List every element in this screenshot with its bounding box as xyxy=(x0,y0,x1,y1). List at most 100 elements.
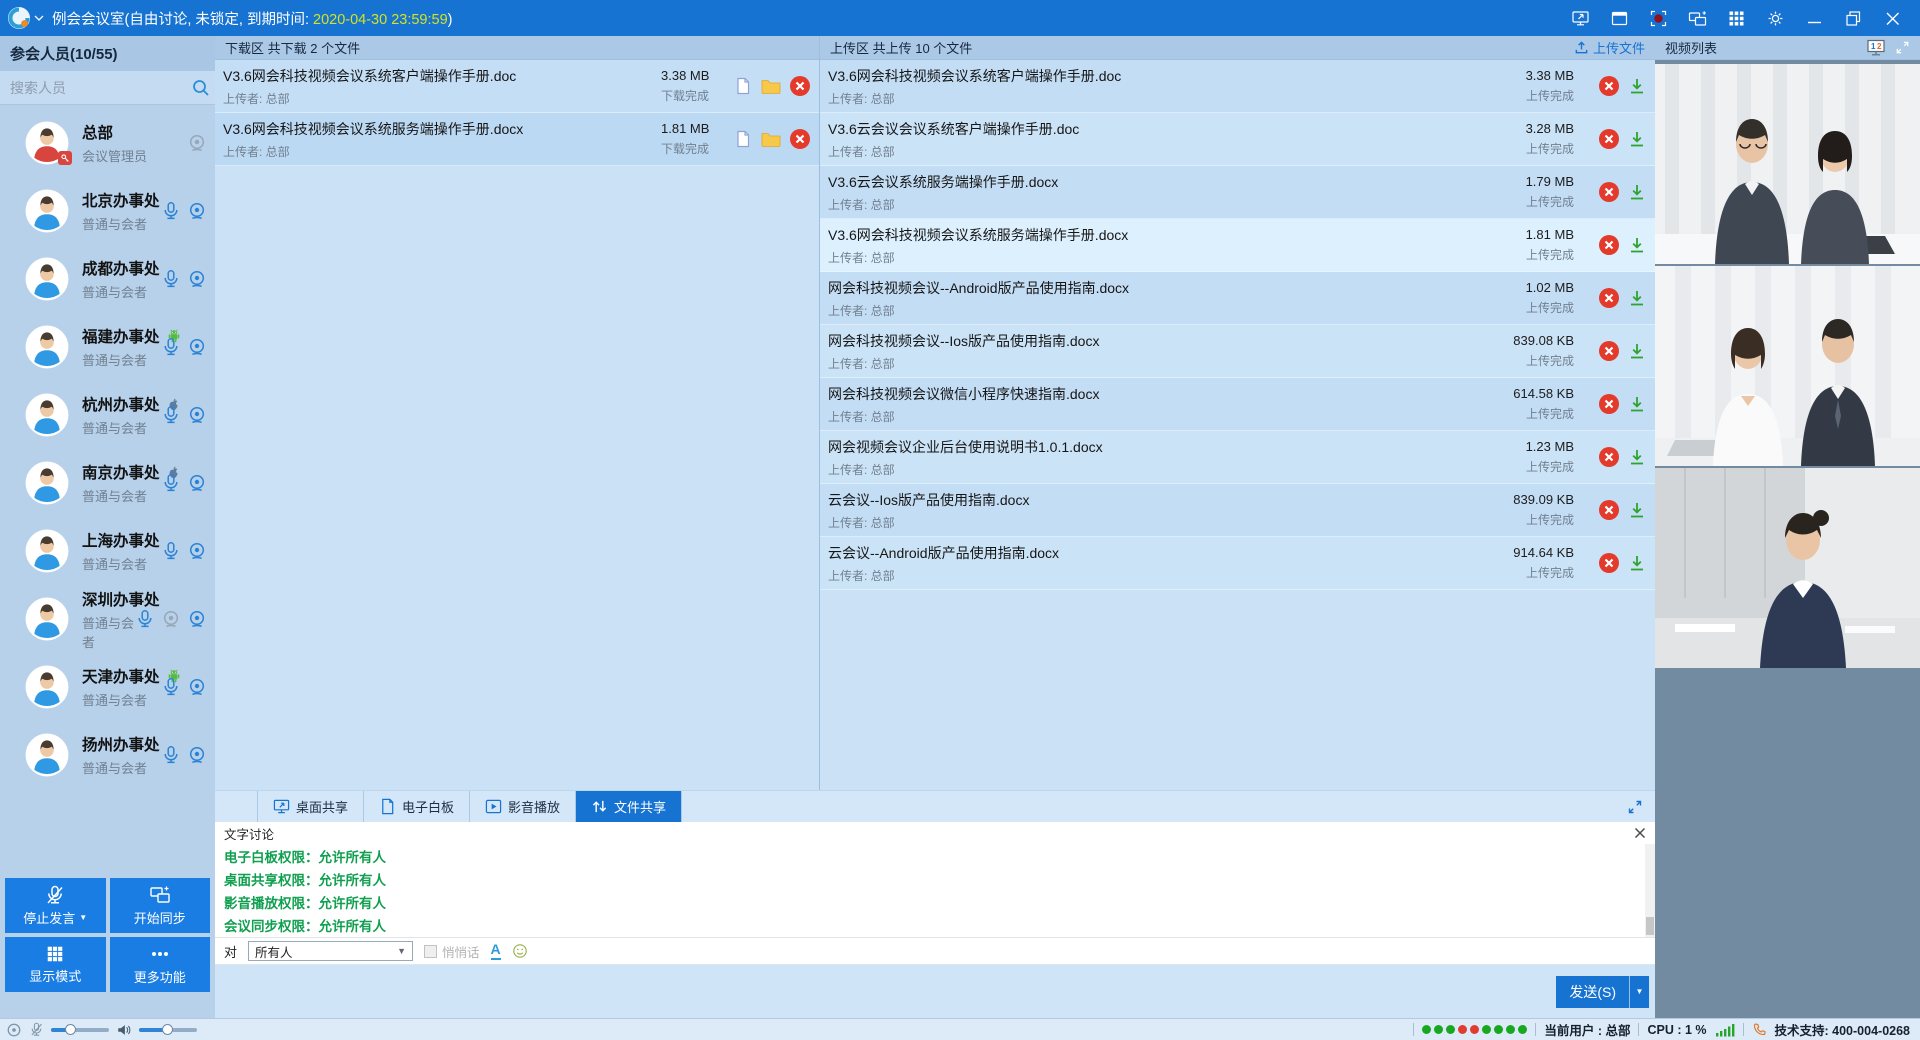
tab-media-play[interactable]: 影音播放 xyxy=(470,791,576,822)
participant-row[interactable]: 北京办事处 普通与会者 xyxy=(0,177,215,245)
webcam-icon[interactable] xyxy=(187,677,207,697)
mic-icon[interactable] xyxy=(161,473,181,493)
webcam-icon[interactable] xyxy=(187,269,207,289)
mic-icon[interactable] xyxy=(161,745,181,765)
speaker-icon[interactable] xyxy=(116,1022,132,1038)
record-icon[interactable] xyxy=(1648,8,1668,28)
participant-row[interactable]: 福建办事处 普通与会者 xyxy=(0,313,215,381)
tab-desktop-share[interactable]: 桌面共享 xyxy=(257,791,364,822)
participant-row[interactable]: 总部 会议管理员 xyxy=(0,109,215,177)
more-functions-button[interactable]: 更多功能 xyxy=(110,937,211,992)
download-icon[interactable] xyxy=(1627,76,1647,96)
gear-icon[interactable] xyxy=(1765,8,1785,28)
download-icon[interactable] xyxy=(1627,447,1647,467)
open-file-icon[interactable] xyxy=(733,76,753,96)
display-mode-button[interactable]: 显示模式 xyxy=(5,937,106,992)
upload-file-row[interactable]: V3.6网会科技视频会议系统服务端操作手册.docx 上传者: 总部 1.81 … xyxy=(820,219,1655,272)
search-input[interactable] xyxy=(10,80,191,96)
mic-icon[interactable] xyxy=(161,405,181,425)
webcam-icon[interactable] xyxy=(187,473,207,493)
delete-icon[interactable] xyxy=(1598,75,1620,97)
download-file-row[interactable]: V3.6网会科技视频会议系统服务端操作手册.docx 上传者: 总部 1.81 … xyxy=(215,113,819,166)
video-feed-3[interactable] xyxy=(1655,468,1920,668)
download-icon[interactable] xyxy=(1627,500,1647,520)
multi-screen-icon[interactable] xyxy=(1687,8,1707,28)
minimize-icon[interactable] xyxy=(1804,8,1824,28)
tab-whiteboard[interactable]: 电子白板 xyxy=(364,791,470,822)
upload-file-row[interactable]: V3.6云会议系统服务端操作手册.docx 上传者: 总部 1.79 MB 上传… xyxy=(820,166,1655,219)
upload-file-row[interactable]: V3.6网会科技视频会议系统客户端操作手册.doc 上传者: 总部 3.38 M… xyxy=(820,60,1655,113)
mic-icon[interactable] xyxy=(161,337,181,357)
scrollbar-handle[interactable] xyxy=(1646,917,1654,935)
stop-speaking-button[interactable]: 停止发言▼ xyxy=(5,878,106,933)
upload-file-row[interactable]: 云会议--Android版产品使用指南.docx 上传者: 总部 914.64 … xyxy=(820,537,1655,590)
close-icon[interactable] xyxy=(1882,8,1902,28)
titlebar-menu-caret-icon[interactable] xyxy=(34,14,44,22)
mic-volume-slider[interactable] xyxy=(51,1028,109,1032)
mic-icon[interactable] xyxy=(161,269,181,289)
delete-icon[interactable] xyxy=(1598,552,1620,574)
webcam-icon[interactable] xyxy=(187,541,207,561)
send-button[interactable]: 发送(S) xyxy=(1556,976,1629,1008)
chat-scrollbar[interactable] xyxy=(1645,844,1655,937)
start-sync-button[interactable]: 开始同步 xyxy=(110,878,211,933)
download-icon[interactable] xyxy=(1627,235,1647,255)
video-feed-2[interactable] xyxy=(1655,266,1920,466)
delete-icon[interactable] xyxy=(1598,393,1620,415)
speaker-volume-slider[interactable] xyxy=(139,1028,197,1032)
delete-icon[interactable] xyxy=(1598,181,1620,203)
tab-file-share[interactable]: 文件共享 xyxy=(576,791,682,822)
upload-file-row[interactable]: 网会科技视频会议--Android版产品使用指南.docx 上传者: 总部 1.… xyxy=(820,272,1655,325)
download-icon[interactable] xyxy=(1627,553,1647,573)
restore-icon[interactable] xyxy=(1843,8,1863,28)
delete-icon[interactable] xyxy=(789,128,811,150)
delete-icon[interactable] xyxy=(1598,234,1620,256)
search-icon[interactable] xyxy=(191,78,211,98)
webcam-off-icon[interactable] xyxy=(187,133,207,153)
video-feed-1[interactable] xyxy=(1655,64,1920,264)
webcam-icon[interactable] xyxy=(187,201,207,221)
download-file-row[interactable]: V3.6网会科技视频会议系统客户端操作手册.doc 上传者: 总部 3.38 M… xyxy=(215,60,819,113)
screen-share-icon[interactable] xyxy=(1570,8,1590,28)
webcam-icon[interactable] xyxy=(187,405,207,425)
recipient-select[interactable]: 所有人 ▼ xyxy=(248,941,413,961)
upload-file-row[interactable]: 云会议--Ios版产品使用指南.docx 上传者: 总部 839.09 KB 上… xyxy=(820,484,1655,537)
layout-grid-icon[interactable] xyxy=(1726,8,1746,28)
participant-row[interactable]: 杭州办事处 普通与会者 xyxy=(0,381,215,449)
expand-icon[interactable] xyxy=(1627,799,1643,815)
mic-icon[interactable] xyxy=(161,541,181,561)
upload-file-row[interactable]: 网会科技视频会议--Ios版产品使用指南.docx 上传者: 总部 839.08… xyxy=(820,325,1655,378)
send-options-caret[interactable]: ▼ xyxy=(1629,976,1649,1008)
delete-icon[interactable] xyxy=(1598,287,1620,309)
mic-icon[interactable] xyxy=(161,201,181,221)
participant-row[interactable]: 扬州办事处 普通与会者 xyxy=(0,721,215,789)
mic-muted-icon[interactable] xyxy=(29,1022,44,1037)
participant-row[interactable]: 天津办事处 普通与会者 xyxy=(0,653,215,721)
emoji-icon[interactable] xyxy=(512,943,528,959)
delete-icon[interactable] xyxy=(1598,446,1620,468)
open-file-icon[interactable] xyxy=(733,129,753,149)
webcam-off-icon[interactable] xyxy=(161,609,181,629)
webcam-icon[interactable] xyxy=(187,609,207,629)
delete-icon[interactable] xyxy=(1598,128,1620,150)
expand-icon[interactable] xyxy=(1895,40,1910,55)
participant-row[interactable]: 成都办事处 普通与会者 xyxy=(0,245,215,313)
open-folder-icon[interactable] xyxy=(760,76,782,96)
download-icon[interactable] xyxy=(1627,341,1647,361)
close-icon[interactable] xyxy=(1634,827,1646,839)
participant-row[interactable]: 深圳办事处 普通与会者 xyxy=(0,585,215,653)
whisper-checkbox[interactable] xyxy=(424,945,437,958)
download-icon[interactable] xyxy=(1627,129,1647,149)
mic-icon[interactable] xyxy=(135,609,155,629)
delete-icon[interactable] xyxy=(1598,499,1620,521)
download-icon[interactable] xyxy=(1627,182,1647,202)
mic-icon[interactable] xyxy=(161,677,181,697)
open-folder-icon[interactable] xyxy=(760,129,782,149)
download-icon[interactable] xyxy=(1627,394,1647,414)
font-color-button[interactable]: A xyxy=(491,942,501,959)
webcam-icon[interactable] xyxy=(187,745,207,765)
download-icon[interactable] xyxy=(1627,288,1647,308)
participant-row[interactable]: 南京办事处 普通与会者 xyxy=(0,449,215,517)
upload-file-row[interactable]: 网会科技视频会议微信小程序快速指南.docx 上传者: 总部 614.58 KB… xyxy=(820,378,1655,431)
webcam-icon[interactable] xyxy=(187,337,207,357)
